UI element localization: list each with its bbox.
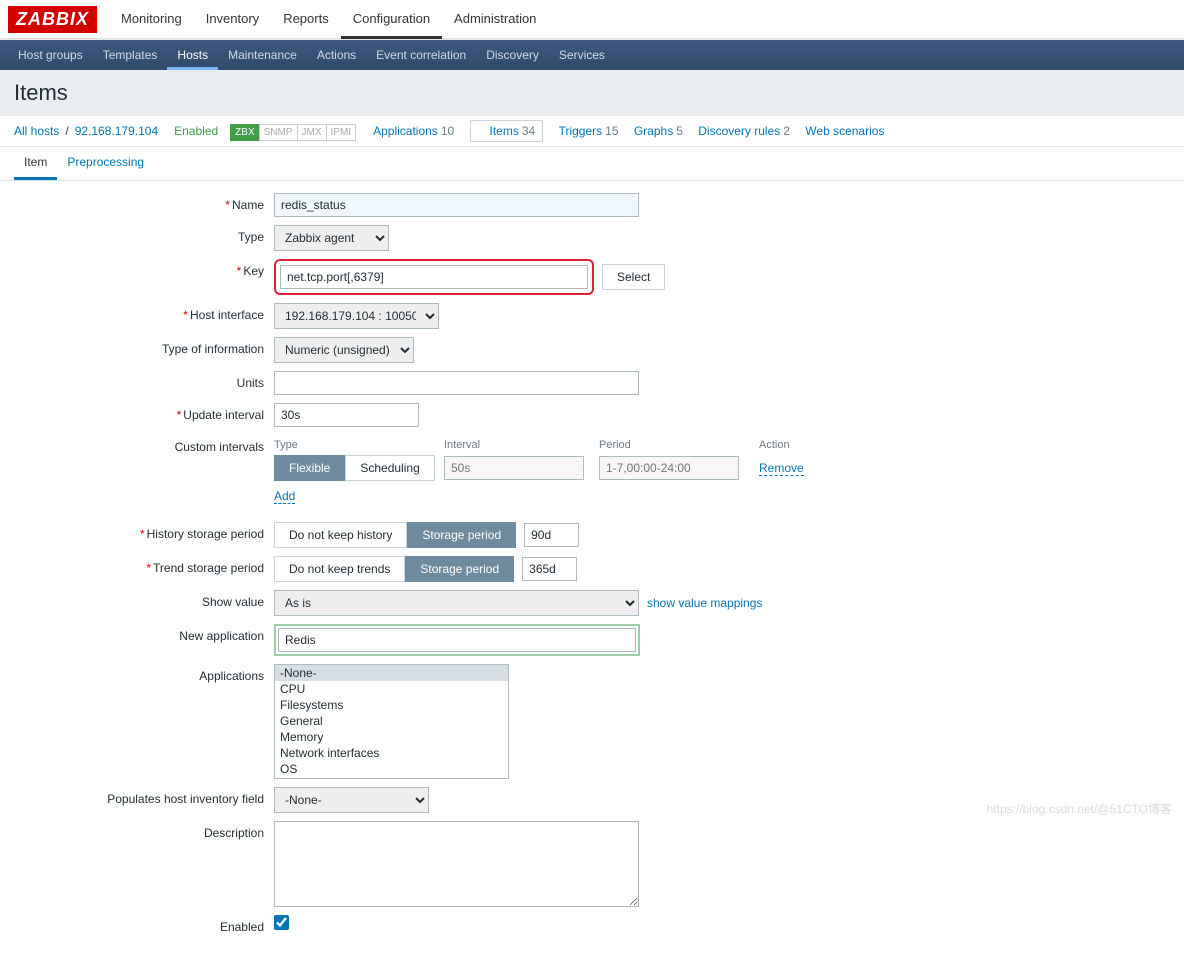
select-hostif[interactable]: 192.168.179.104 : 10050 [274,303,439,329]
select-showvalue[interactable]: As is [274,590,639,616]
link-valuemappings[interactable]: show value mappings [647,596,762,610]
host-bar: All hosts / 92.168.179.104 Enabled ZBXSN… [0,116,1184,147]
input-history[interactable] [524,523,579,547]
label-newapp: New application [14,624,274,643]
app-option-memory[interactable]: Memory [275,729,508,745]
key-highlight [274,259,594,295]
label-update: *Update interval [14,403,274,422]
avail-ipmi: IPMI [326,124,357,141]
subnav-discovery[interactable]: Discovery [476,40,549,70]
label-popinv: Populates host inventory field [14,787,274,806]
select-key-button[interactable]: Select [602,264,665,290]
seg-historysp[interactable]: Storage period [407,522,516,548]
nav-administration[interactable]: Administration [442,0,548,39]
nav-inventory[interactable]: Inventory [194,0,271,39]
tab-item[interactable]: Item [14,147,57,180]
select-type[interactable]: Zabbix agent [274,225,389,251]
segment-intervaltype: Flexible Scheduling [274,455,444,481]
nav-monitoring[interactable]: Monitoring [109,0,194,39]
label-showvalue: Show value [14,590,274,609]
logo: ZABBIX [8,6,97,33]
app-option-os[interactable]: OS [275,761,508,777]
select-typeinfo[interactable]: Numeric (unsigned) [274,337,414,363]
avail-snmp: SNMP [259,124,298,141]
input-interval[interactable] [444,456,584,480]
app-option-cpu[interactable]: CPU [275,681,508,697]
seg-scheduling[interactable]: Scheduling [345,455,434,481]
subnav-services[interactable]: Services [549,40,615,70]
seg-flexible[interactable]: Flexible [274,455,345,481]
input-update[interactable] [274,403,419,427]
intervals-header: Type Interval Period Action [274,435,1170,455]
subnav-maintenance[interactable]: Maintenance [218,40,307,70]
breadcrumb-host[interactable]: 92.168.179.104 [75,124,158,138]
label-units: Units [14,371,274,390]
checkbox-enabled[interactable] [274,915,289,930]
nav-reports[interactable]: Reports [271,0,341,39]
host-links: Applications10 Items34 Triggers15 Graphs… [361,124,884,138]
label-name: *Name [14,193,274,212]
nav-configuration[interactable]: Configuration [341,0,442,39]
input-units[interactable] [274,371,639,395]
label-enabled: Enabled [14,915,274,934]
label-applications: Applications [14,664,274,683]
status-enabled: Enabled [174,124,218,138]
multiselect-applications[interactable]: -None- CPU Filesystems General Memory Ne… [274,664,509,779]
avail-jmx: JMX [297,124,327,141]
tab-preprocessing[interactable]: Preprocessing [57,147,154,180]
label-typeinfo: Type of information [14,337,274,356]
label-key: *Key [14,259,274,278]
seg-nohistory[interactable]: Do not keep history [274,522,407,548]
link-graphs[interactable]: Graphs [634,124,673,138]
subnav-hostgroups[interactable]: Host groups [8,40,93,70]
label-trend: *Trend storage period [14,556,274,575]
select-popinv[interactable]: -None- [274,787,429,813]
input-newapp[interactable] [278,628,636,652]
avail-zbx: ZBX [230,124,259,141]
app-option-network[interactable]: Network interfaces [275,745,508,761]
breadcrumb-sep: / [65,124,68,138]
subnav-actions[interactable]: Actions [307,40,366,70]
input-trend[interactable] [522,557,577,581]
app-option-general[interactable]: General [275,713,508,729]
input-period[interactable] [599,456,739,480]
item-form: *Name Type Zabbix agent *Key Select *Hos… [0,181,1184,972]
seg-trendsp[interactable]: Storage period [405,556,514,582]
app-option-performance[interactable]: Performance [275,777,508,779]
textarea-description[interactable] [274,821,639,907]
label-description: Description [14,821,274,840]
link-remove[interactable]: Remove [759,461,804,476]
link-applications[interactable]: Applications [373,124,438,138]
input-key[interactable] [280,265,588,289]
label-type: Type [14,225,274,244]
seg-notrend[interactable]: Do not keep trends [274,556,405,582]
subnav-hosts[interactable]: Hosts [167,40,218,70]
link-discoveryrules[interactable]: Discovery rules [698,124,780,138]
label-custom: Custom intervals [14,435,274,454]
subnav-eventcorrelation[interactable]: Event correlation [366,40,476,70]
subnav-templates[interactable]: Templates [93,40,168,70]
link-items[interactable]: Items [490,124,519,138]
input-name[interactable] [274,193,639,217]
top-nav: ZABBIX Monitoring Inventory Reports Conf… [0,0,1184,40]
link-add-interval[interactable]: Add [274,489,295,504]
sub-nav: Host groups Templates Hosts Maintenance … [0,40,1184,70]
watermark: https://blog.csdn.net/@51CTO博客 [987,800,1172,817]
label-hostif: *Host interface [14,303,274,322]
page-title: Items [0,70,1184,116]
tab-bar: Item Preprocessing [0,147,1184,181]
link-webscenarios[interactable]: Web scenarios [805,124,884,138]
app-option-none[interactable]: -None- [275,665,508,681]
label-history: *History storage period [14,522,274,541]
app-option-filesystems[interactable]: Filesystems [275,697,508,713]
link-triggers[interactable]: Triggers [559,124,603,138]
breadcrumb-allhosts[interactable]: All hosts [14,124,59,138]
